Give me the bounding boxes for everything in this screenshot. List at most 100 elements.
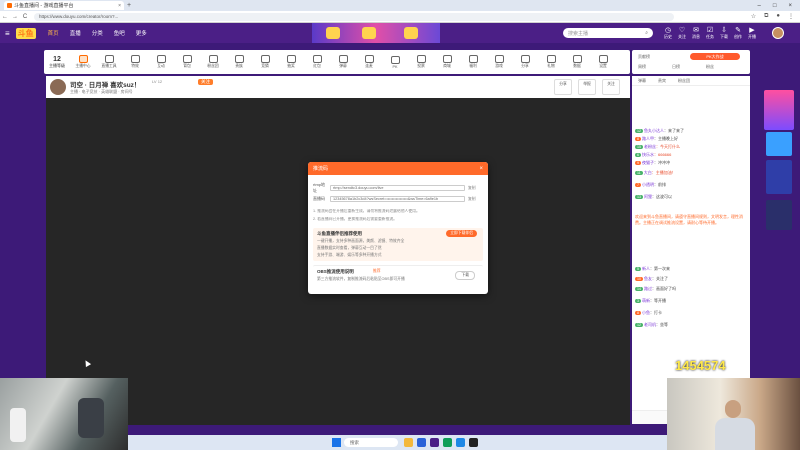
ad-banner[interactable]: [764, 90, 794, 130]
room-tool-item[interactable]: 连麦: [356, 55, 382, 69]
maximize-icon[interactable]: □: [773, 3, 777, 9]
browser-menu-icon[interactable]: ⋮: [788, 13, 794, 20]
chat-username[interactable]: 阿狸: [644, 194, 652, 199]
header-history-button[interactable]: ◷ 历史: [664, 26, 672, 40]
chat-tab-vip[interactable]: 贵宾: [658, 78, 666, 84]
chat-tab-danmu[interactable]: 弹幕: [638, 78, 646, 84]
room-tool-item[interactable]: 抽奖: [278, 55, 304, 69]
nav-yuba[interactable]: 鱼吧: [114, 29, 125, 37]
streamer-follow-button[interactable]: 关注: [198, 79, 213, 85]
chat-username[interactable]: 快乐水: [642, 152, 654, 157]
ad-banner[interactable]: [766, 200, 792, 230]
download-companion-button[interactable]: 立即下载伴侣: [446, 230, 477, 237]
user-avatar[interactable]: [772, 27, 784, 39]
dialog-close-icon[interactable]: ×: [479, 166, 483, 172]
header-follow-button[interactable]: ♡ 关注: [678, 26, 686, 40]
nav-home[interactable]: 首页: [48, 29, 59, 37]
chat-username[interactable]: 小透明: [642, 182, 654, 187]
room-tool-item[interactable]: 竞猜: [252, 55, 278, 69]
room-tool-item[interactable]: 数据: [564, 55, 590, 69]
header-task-button[interactable]: ☑ 任务: [706, 26, 714, 40]
room-tool-item[interactable]: 福利: [460, 55, 486, 69]
room-tool-item[interactable]: 投票: [408, 55, 434, 69]
room-tool-item[interactable]: 主播中心: [70, 55, 96, 69]
code-copy-button[interactable]: 复制: [468, 197, 476, 202]
chat-username[interactable]: 萌新: [642, 298, 650, 303]
header-stream-button[interactable]: ▶ 开播: [748, 26, 756, 40]
rank-tab-fans[interactable]: 粉丝: [706, 64, 714, 70]
taskbar-search[interactable]: 搜索: [344, 438, 398, 447]
chat-username[interactable]: 老司机: [644, 322, 656, 327]
nav-live[interactable]: 直播: [70, 29, 81, 37]
pk-button[interactable]: PK大作战: [690, 53, 740, 60]
url-field[interactable]: https://www.douyu.com/creator/room?...: [34, 12, 674, 21]
hamburger-menu-icon[interactable]: ≡: [5, 29, 10, 38]
room-tool-item[interactable]: 贵族: [226, 55, 252, 69]
nav-category[interactable]: 分类: [92, 29, 103, 37]
room-tool-item[interactable]: 商城: [434, 55, 460, 69]
follow-count-button[interactable]: 关注: [602, 79, 620, 95]
chat-tab-fans[interactable]: 粉丝团: [678, 78, 690, 84]
new-tab-button[interactable]: +: [127, 2, 131, 9]
site-logo[interactable]: 斗鱼: [15, 27, 36, 39]
room-tool-item[interactable]: 互动: [148, 55, 174, 69]
ad-banner[interactable]: [766, 160, 792, 194]
room-tool-item[interactable]: 分享: [512, 55, 538, 69]
obs-icon[interactable]: [469, 438, 478, 447]
room-tool-item[interactable]: 背包: [174, 55, 200, 69]
share-button[interactable]: 分享: [554, 79, 572, 95]
streamer-avatar[interactable]: [50, 79, 66, 95]
chat-username[interactable]: 鱼丸小达人: [644, 128, 664, 133]
room-tool-item[interactable]: 特效: [122, 55, 148, 69]
room-tool-item[interactable]: 粉丝团: [200, 55, 226, 69]
room-tool-item[interactable]: 游戏: [486, 55, 512, 69]
file-explorer-icon[interactable]: [404, 438, 413, 447]
room-tool-item[interactable]: 设置: [590, 55, 616, 69]
room-tool-item[interactable]: 红包: [304, 55, 330, 69]
rtmp-field[interactable]: rtmp://sendtc3.douyu.com/live: [330, 185, 465, 191]
chat-username[interactable]: 大白: [644, 170, 652, 175]
reload-button[interactable]: C: [20, 14, 30, 20]
rank-tab-contrib[interactable]: 贡献榜: [638, 54, 650, 60]
task-view-icon[interactable]: [417, 438, 426, 447]
star-icon[interactable]: ☆: [751, 13, 756, 20]
anchor-level[interactable]: 12 主播等级: [44, 56, 70, 69]
obs-download-button[interactable]: 下载: [455, 271, 475, 280]
header-creator-button[interactable]: ✎ 创作: [734, 26, 742, 40]
back-button[interactable]: ←: [0, 14, 10, 20]
room-tool-item[interactable]: 弹幕: [330, 55, 356, 69]
room-tool-item[interactable]: 直播工具: [96, 55, 122, 69]
search-icon[interactable]: ⌕: [645, 30, 648, 36]
ad-banner[interactable]: [766, 132, 792, 156]
close-window-icon[interactable]: ×: [788, 3, 792, 9]
chat-username[interactable]: 夜猫子: [642, 160, 654, 165]
store-icon[interactable]: [430, 438, 439, 447]
chat-username[interactable]: 路过: [644, 286, 652, 291]
chat-username[interactable]: 小鱼: [642, 310, 650, 315]
rank-tab-day[interactable]: 日榜: [672, 64, 680, 70]
extensions-icon[interactable]: ⧉: [764, 13, 768, 20]
site-search-input[interactable]: 搜索主播 ⌕: [563, 28, 653, 38]
rank-tab-week[interactable]: 周榜: [638, 64, 646, 70]
chat-username[interactable]: 鱼友: [644, 276, 652, 281]
tab-close-icon[interactable]: ×: [118, 3, 121, 9]
rtmp-copy-button[interactable]: 复制: [468, 186, 476, 191]
chat-username[interactable]: 路人甲: [642, 136, 654, 141]
stream-code-field[interactable]: 12345678a1b2c3d4?wsSecret=••••••••••••••…: [330, 196, 465, 202]
chat-username[interactable]: 老粉丝: [644, 144, 656, 149]
header-banner-ad[interactable]: [312, 23, 440, 43]
profile-icon[interactable]: ●: [776, 13, 780, 20]
forward-button[interactable]: →: [10, 14, 20, 20]
room-tool-item[interactable]: PK: [382, 55, 408, 69]
edge-icon[interactable]: [456, 438, 465, 447]
header-download-button[interactable]: ⇩ 下载: [720, 26, 728, 40]
chat-username[interactable]: 新人: [642, 266, 650, 271]
report-button[interactable]: 举报: [578, 79, 596, 95]
chrome-icon[interactable]: [443, 438, 452, 447]
browser-tab[interactable]: 斗鱼直播间 - 游戏直播平台 ×: [4, 1, 124, 10]
header-message-button[interactable]: ✉ 消息: [692, 26, 700, 40]
nav-more[interactable]: 更多: [136, 29, 147, 37]
windows-start-icon[interactable]: [332, 438, 341, 447]
minimize-icon[interactable]: –: [758, 3, 761, 9]
room-tool-item[interactable]: 礼物: [538, 55, 564, 69]
